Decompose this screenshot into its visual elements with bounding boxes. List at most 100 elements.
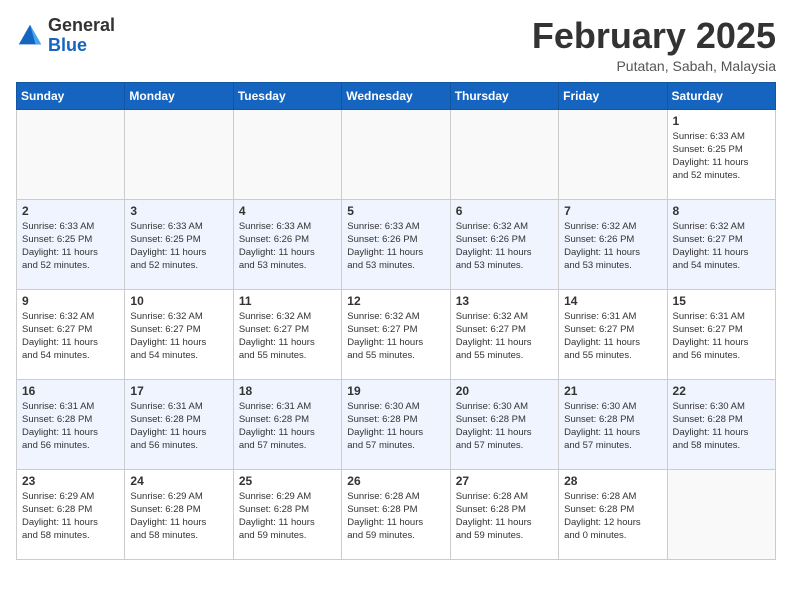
day-number: 7 — [564, 204, 661, 218]
calendar-day-cell: 28 Sunrise: 6:28 AM Sunset: 6:28 PM Dayli… — [559, 469, 667, 559]
day-number: 16 — [22, 384, 119, 398]
day-number: 28 — [564, 474, 661, 488]
calendar-day-cell: 2 Sunrise: 6:33 AM Sunset: 6:25 PM Daylig… — [17, 199, 125, 289]
day-info: Sunrise: 6:28 AM Sunset: 6:28 PM Dayligh… — [564, 490, 661, 543]
calendar-day-cell: 7 Sunrise: 6:32 AM Sunset: 6:26 PM Daylig… — [559, 199, 667, 289]
calendar-day-cell: 5 Sunrise: 6:33 AM Sunset: 6:26 PM Daylig… — [342, 199, 450, 289]
day-number: 2 — [22, 204, 119, 218]
day-number: 6 — [456, 204, 553, 218]
day-info: Sunrise: 6:29 AM Sunset: 6:28 PM Dayligh… — [130, 490, 227, 543]
calendar-day-cell: 15 Sunrise: 6:31 AM Sunset: 6:27 PM Dayli… — [667, 289, 775, 379]
day-info: Sunrise: 6:31 AM Sunset: 6:27 PM Dayligh… — [564, 310, 661, 363]
day-number: 4 — [239, 204, 336, 218]
calendar-day-cell: 10 Sunrise: 6:32 AM Sunset: 6:27 PM Dayli… — [125, 289, 233, 379]
day-number: 23 — [22, 474, 119, 488]
day-info: Sunrise: 6:33 AM Sunset: 6:25 PM Dayligh… — [673, 130, 770, 183]
day-info: Sunrise: 6:30 AM Sunset: 6:28 PM Dayligh… — [347, 400, 444, 453]
calendar-day-cell: 27 Sunrise: 6:28 AM Sunset: 6:28 PM Dayli… — [450, 469, 558, 559]
day-number: 26 — [347, 474, 444, 488]
logo: General Blue — [16, 16, 115, 56]
day-info: Sunrise: 6:32 AM Sunset: 6:27 PM Dayligh… — [456, 310, 553, 363]
calendar-day-cell — [233, 109, 341, 199]
day-info: Sunrise: 6:31 AM Sunset: 6:28 PM Dayligh… — [239, 400, 336, 453]
location: Putatan, Sabah, Malaysia — [532, 58, 776, 74]
calendar-day-cell: 11 Sunrise: 6:32 AM Sunset: 6:27 PM Dayli… — [233, 289, 341, 379]
day-info: Sunrise: 6:33 AM Sunset: 6:26 PM Dayligh… — [347, 220, 444, 273]
day-number: 12 — [347, 294, 444, 308]
calendar-day-cell — [559, 109, 667, 199]
calendar-day-cell — [667, 469, 775, 559]
day-info: Sunrise: 6:32 AM Sunset: 6:27 PM Dayligh… — [673, 220, 770, 273]
day-number: 27 — [456, 474, 553, 488]
day-info: Sunrise: 6:33 AM Sunset: 6:25 PM Dayligh… — [22, 220, 119, 273]
calendar-week-row: 9 Sunrise: 6:32 AM Sunset: 6:27 PM Daylig… — [17, 289, 776, 379]
day-number: 10 — [130, 294, 227, 308]
day-number: 19 — [347, 384, 444, 398]
day-info: Sunrise: 6:31 AM Sunset: 6:27 PM Dayligh… — [673, 310, 770, 363]
day-info: Sunrise: 6:30 AM Sunset: 6:28 PM Dayligh… — [456, 400, 553, 453]
day-number: 9 — [22, 294, 119, 308]
weekday-header-thursday: Thursday — [450, 82, 558, 109]
calendar-day-cell: 12 Sunrise: 6:32 AM Sunset: 6:27 PM Dayli… — [342, 289, 450, 379]
calendar-week-row: 1 Sunrise: 6:33 AM Sunset: 6:25 PM Daylig… — [17, 109, 776, 199]
calendar-day-cell: 20 Sunrise: 6:30 AM Sunset: 6:28 PM Dayli… — [450, 379, 558, 469]
day-number: 15 — [673, 294, 770, 308]
calendar-day-cell: 13Sunrise: 6:32 AM Sunset: 6:27 PM Dayli… — [450, 289, 558, 379]
weekday-header-sunday: Sunday — [17, 82, 125, 109]
calendar-day-cell: 26 Sunrise: 6:28 AM Sunset: 6:28 PM Dayli… — [342, 469, 450, 559]
day-number: 21 — [564, 384, 661, 398]
weekday-header-row: SundayMondayTuesdayWednesdayThursdayFrid… — [17, 82, 776, 109]
title-block: February 2025 Putatan, Sabah, Malaysia — [532, 16, 776, 74]
calendar-table: SundayMondayTuesdayWednesdayThursdayFrid… — [16, 82, 776, 560]
day-info: Sunrise: 6:31 AM Sunset: 6:28 PM Dayligh… — [130, 400, 227, 453]
day-info: Sunrise: 6:32 AM Sunset: 6:27 PM Dayligh… — [22, 310, 119, 363]
day-number: 24 — [130, 474, 227, 488]
calendar-day-cell: 19 Sunrise: 6:30 AM Sunset: 6:28 PM Dayli… — [342, 379, 450, 469]
calendar-day-cell: 16 Sunrise: 6:31 AM Sunset: 6:28 PM Dayli… — [17, 379, 125, 469]
calendar-day-cell: 23 Sunrise: 6:29 AM Sunset: 6:28 PM Dayli… — [17, 469, 125, 559]
day-info: Sunrise: 6:30 AM Sunset: 6:28 PM Dayligh… — [673, 400, 770, 453]
logo-text: General Blue — [48, 16, 115, 56]
calendar-day-cell — [125, 109, 233, 199]
calendar-day-cell: 22Sunrise: 6:30 AM Sunset: 6:28 PM Dayli… — [667, 379, 775, 469]
calendar-day-cell: 14 Sunrise: 6:31 AM Sunset: 6:27 PM Dayli… — [559, 289, 667, 379]
day-info: Sunrise: 6:32 AM Sunset: 6:27 PM Dayligh… — [239, 310, 336, 363]
day-info: Sunrise: 6:31 AM Sunset: 6:28 PM Dayligh… — [22, 400, 119, 453]
day-number: 1 — [673, 114, 770, 128]
calendar-day-cell — [342, 109, 450, 199]
weekday-header-friday: Friday — [559, 82, 667, 109]
calendar-day-cell: 6Sunrise: 6:32 AM Sunset: 6:26 PM Daylig… — [450, 199, 558, 289]
logo-icon — [16, 22, 44, 50]
calendar-day-cell — [17, 109, 125, 199]
day-number: 14 — [564, 294, 661, 308]
day-number: 5 — [347, 204, 444, 218]
page-header: General Blue February 2025 Putatan, Saba… — [16, 16, 776, 74]
calendar-day-cell: 17 Sunrise: 6:31 AM Sunset: 6:28 PM Dayli… — [125, 379, 233, 469]
calendar-day-cell: 8 Sunrise: 6:32 AM Sunset: 6:27 PM Daylig… — [667, 199, 775, 289]
day-number: 8 — [673, 204, 770, 218]
day-info: Sunrise: 6:33 AM Sunset: 6:26 PM Dayligh… — [239, 220, 336, 273]
day-info: Sunrise: 6:29 AM Sunset: 6:28 PM Dayligh… — [239, 490, 336, 543]
day-info: Sunrise: 6:33 AM Sunset: 6:25 PM Dayligh… — [130, 220, 227, 273]
calendar-day-cell: 21Sunrise: 6:30 AM Sunset: 6:28 PM Dayli… — [559, 379, 667, 469]
logo-blue: Blue — [48, 35, 87, 55]
day-info: Sunrise: 6:32 AM Sunset: 6:26 PM Dayligh… — [564, 220, 661, 273]
calendar-week-row: 2 Sunrise: 6:33 AM Sunset: 6:25 PM Daylig… — [17, 199, 776, 289]
day-info: Sunrise: 6:28 AM Sunset: 6:28 PM Dayligh… — [347, 490, 444, 543]
calendar-day-cell: 1 Sunrise: 6:33 AM Sunset: 6:25 PM Daylig… — [667, 109, 775, 199]
weekday-header-saturday: Saturday — [667, 82, 775, 109]
calendar-week-row: 16 Sunrise: 6:31 AM Sunset: 6:28 PM Dayli… — [17, 379, 776, 469]
day-info: Sunrise: 6:32 AM Sunset: 6:27 PM Dayligh… — [130, 310, 227, 363]
day-info: Sunrise: 6:29 AM Sunset: 6:28 PM Dayligh… — [22, 490, 119, 543]
weekday-header-monday: Monday — [125, 82, 233, 109]
calendar-day-cell — [450, 109, 558, 199]
day-number: 17 — [130, 384, 227, 398]
weekday-header-wednesday: Wednesday — [342, 82, 450, 109]
calendar-day-cell: 25Sunrise: 6:29 AM Sunset: 6:28 PM Dayli… — [233, 469, 341, 559]
day-info: Sunrise: 6:28 AM Sunset: 6:28 PM Dayligh… — [456, 490, 553, 543]
day-number: 11 — [239, 294, 336, 308]
day-number: 20 — [456, 384, 553, 398]
day-info: Sunrise: 6:32 AM Sunset: 6:27 PM Dayligh… — [347, 310, 444, 363]
calendar-day-cell: 3Sunrise: 6:33 AM Sunset: 6:25 PM Daylig… — [125, 199, 233, 289]
calendar-day-cell: 4 Sunrise: 6:33 AM Sunset: 6:26 PM Daylig… — [233, 199, 341, 289]
